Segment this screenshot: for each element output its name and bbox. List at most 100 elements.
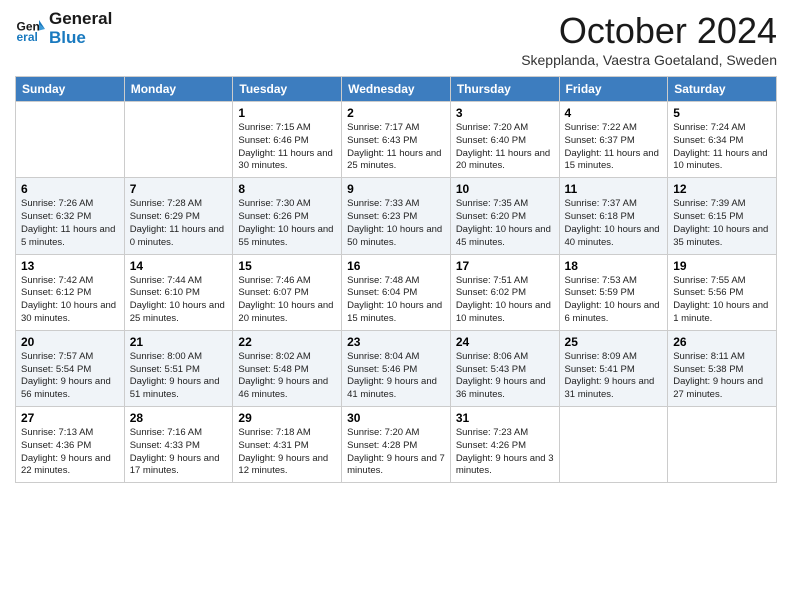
day-number: 27: [21, 411, 119, 425]
calendar-week-row: 13Sunrise: 7:42 AMSunset: 6:12 PMDayligh…: [16, 254, 777, 330]
calendar-cell: 30Sunrise: 7:20 AMSunset: 4:28 PMDayligh…: [342, 407, 451, 483]
day-of-week-header: Thursday: [450, 77, 559, 102]
day-detail: Sunrise: 7:55 AMSunset: 5:56 PMDaylight:…: [673, 275, 771, 326]
day-detail: Sunrise: 7:33 AMSunset: 6:23 PMDaylight:…: [347, 198, 445, 249]
day-detail: Sunrise: 7:37 AMSunset: 6:18 PMDaylight:…: [565, 198, 663, 249]
day-number: 28: [130, 411, 228, 425]
day-detail: Sunrise: 7:18 AMSunset: 4:31 PMDaylight:…: [238, 427, 336, 478]
day-detail: Sunrise: 7:13 AMSunset: 4:36 PMDaylight:…: [21, 427, 119, 478]
calendar-cell: 27 Sunrise: 7:13 AMSunset: 4:36 PMDayligh…: [16, 407, 125, 483]
calendar-cell: 21 Sunrise: 8:00 AMSunset: 5:51 PMDayligh…: [124, 330, 233, 406]
day-of-week-header: Friday: [559, 77, 668, 102]
day-detail: Sunrise: 7:48 AMSunset: 6:04 PMDaylight:…: [347, 275, 445, 326]
day-detail: Sunrise: 7:16 AMSunset: 4:33 PMDaylight:…: [130, 427, 228, 478]
calendar-week-row: 6 Sunrise: 7:26 AMSunset: 6:32 PMDaylight…: [16, 178, 777, 254]
calendar-cell: [16, 102, 125, 178]
calendar-table: SundayMondayTuesdayWednesdayThursdayFrid…: [15, 76, 777, 483]
day-detail: Sunrise: 8:02 AMSunset: 5:48 PMDaylight:…: [238, 351, 336, 402]
month-title: October 2024: [521, 10, 777, 52]
day-detail: Sunrise: 8:06 AMSunset: 5:43 PMDaylight:…: [456, 351, 554, 402]
day-number: 14: [130, 259, 228, 273]
calendar-cell: [124, 102, 233, 178]
day-number: 30: [347, 411, 445, 425]
day-detail: Sunrise: 7:28 AMSunset: 6:29 PMDaylight:…: [130, 198, 228, 249]
logo-text-line1: General: [49, 10, 112, 29]
calendar-cell: 28 Sunrise: 7:16 AMSunset: 4:33 PMDayligh…: [124, 407, 233, 483]
day-number: 8: [238, 182, 336, 196]
page-header: Gen eral General Blue October 2024 Skepp…: [15, 10, 777, 68]
day-number: 23: [347, 335, 445, 349]
calendar-cell: 13Sunrise: 7:42 AMSunset: 6:12 PMDayligh…: [16, 254, 125, 330]
day-detail: Sunrise: 7:44 AMSunset: 6:10 PMDaylight:…: [130, 275, 228, 326]
day-of-week-header: Monday: [124, 77, 233, 102]
logo-text-line2: Blue: [49, 29, 112, 48]
calendar-cell: [559, 407, 668, 483]
day-detail: Sunrise: 8:09 AMSunset: 5:41 PMDaylight:…: [565, 351, 663, 402]
day-number: 6: [21, 182, 119, 196]
calendar-cell: 16 Sunrise: 7:48 AMSunset: 6:04 PMDayligh…: [342, 254, 451, 330]
calendar-cell: 29 Sunrise: 7:18 AMSunset: 4:31 PMDayligh…: [233, 407, 342, 483]
day-number: 17: [456, 259, 554, 273]
day-number: 11: [565, 182, 663, 196]
day-number: 13: [21, 259, 119, 273]
day-number: 29: [238, 411, 336, 425]
day-number: 5: [673, 106, 771, 120]
calendar-cell: 1 Sunrise: 7:15 AMSunset: 6:46 PMDaylight…: [233, 102, 342, 178]
day-detail: Sunrise: 7:35 AMSunset: 6:20 PMDaylight:…: [456, 198, 554, 249]
day-number: 24: [456, 335, 554, 349]
calendar-cell: 25Sunrise: 8:09 AMSunset: 5:41 PMDayligh…: [559, 330, 668, 406]
calendar-cell: 20Sunrise: 7:57 AMSunset: 5:54 PMDayligh…: [16, 330, 125, 406]
day-of-week-header: Wednesday: [342, 77, 451, 102]
day-detail: Sunrise: 7:23 AMSunset: 4:26 PMDaylight:…: [456, 427, 554, 478]
calendar-cell: 23 Sunrise: 8:04 AMSunset: 5:46 PMDayligh…: [342, 330, 451, 406]
day-detail: Sunrise: 8:11 AMSunset: 5:38 PMDaylight:…: [673, 351, 771, 402]
calendar-cell: 5 Sunrise: 7:24 AMSunset: 6:34 PMDaylight…: [668, 102, 777, 178]
day-number: 31: [456, 411, 554, 425]
day-number: 9: [347, 182, 445, 196]
day-number: 19: [673, 259, 771, 273]
calendar-cell: 6 Sunrise: 7:26 AMSunset: 6:32 PMDaylight…: [16, 178, 125, 254]
day-number: 1: [238, 106, 336, 120]
day-number: 26: [673, 335, 771, 349]
location-title: Skepplanda, Vaestra Goetaland, Sweden: [521, 52, 777, 68]
day-number: 3: [456, 106, 554, 120]
day-number: 22: [238, 335, 336, 349]
calendar-cell: 19 Sunrise: 7:55 AMSunset: 5:56 PMDayligh…: [668, 254, 777, 330]
day-detail: Sunrise: 7:53 AMSunset: 5:59 PMDaylight:…: [565, 275, 663, 326]
calendar-cell: 14 Sunrise: 7:44 AMSunset: 6:10 PMDayligh…: [124, 254, 233, 330]
calendar-cell: 18 Sunrise: 7:53 AMSunset: 5:59 PMDayligh…: [559, 254, 668, 330]
day-detail: Sunrise: 7:17 AMSunset: 6:43 PMDaylight:…: [347, 122, 445, 173]
day-number: 16: [347, 259, 445, 273]
day-detail: Sunrise: 8:00 AMSunset: 5:51 PMDaylight:…: [130, 351, 228, 402]
calendar-cell: 2 Sunrise: 7:17 AMSunset: 6:43 PMDaylight…: [342, 102, 451, 178]
calendar-cell: 24 Sunrise: 8:06 AMSunset: 5:43 PMDayligh…: [450, 330, 559, 406]
day-detail: Sunrise: 7:30 AMSunset: 6:26 PMDaylight:…: [238, 198, 336, 249]
day-number: 2: [347, 106, 445, 120]
day-detail: Sunrise: 7:24 AMSunset: 6:34 PMDaylight:…: [673, 122, 771, 173]
calendar-cell: 9 Sunrise: 7:33 AMSunset: 6:23 PMDaylight…: [342, 178, 451, 254]
day-detail: Sunrise: 8:04 AMSunset: 5:46 PMDaylight:…: [347, 351, 445, 402]
calendar-cell: 17Sunrise: 7:51 AMSunset: 6:02 PMDayligh…: [450, 254, 559, 330]
logo: Gen eral General Blue: [15, 10, 112, 47]
calendar-week-row: 20Sunrise: 7:57 AMSunset: 5:54 PMDayligh…: [16, 330, 777, 406]
day-detail: Sunrise: 7:46 AMSunset: 6:07 PMDaylight:…: [238, 275, 336, 326]
logo-icon: Gen eral: [15, 14, 45, 44]
day-number: 10: [456, 182, 554, 196]
day-of-week-header: Tuesday: [233, 77, 342, 102]
calendar-cell: 22 Sunrise: 8:02 AMSunset: 5:48 PMDayligh…: [233, 330, 342, 406]
calendar-cell: 26 Sunrise: 8:11 AMSunset: 5:38 PMDayligh…: [668, 330, 777, 406]
day-detail: Sunrise: 7:22 AMSunset: 6:37 PMDaylight:…: [565, 122, 663, 173]
day-number: 18: [565, 259, 663, 273]
calendar-cell: 4 Sunrise: 7:22 AMSunset: 6:37 PMDaylight…: [559, 102, 668, 178]
day-number: 4: [565, 106, 663, 120]
day-number: 20: [21, 335, 119, 349]
calendar-cell: 11 Sunrise: 7:37 AMSunset: 6:18 PMDayligh…: [559, 178, 668, 254]
day-detail: Sunrise: 7:15 AMSunset: 6:46 PMDaylight:…: [238, 122, 336, 173]
calendar-title-block: October 2024 Skepplanda, Vaestra Goetala…: [521, 10, 777, 68]
day-number: 21: [130, 335, 228, 349]
day-detail: Sunrise: 7:26 AMSunset: 6:32 PMDaylight:…: [21, 198, 119, 249]
day-detail: Sunrise: 7:20 AMSunset: 6:40 PMDaylight:…: [456, 122, 554, 173]
calendar-week-row: 1 Sunrise: 7:15 AMSunset: 6:46 PMDaylight…: [16, 102, 777, 178]
calendar-cell: 3 Sunrise: 7:20 AMSunset: 6:40 PMDaylight…: [450, 102, 559, 178]
day-detail: Sunrise: 7:39 AMSunset: 6:15 PMDaylight:…: [673, 198, 771, 249]
